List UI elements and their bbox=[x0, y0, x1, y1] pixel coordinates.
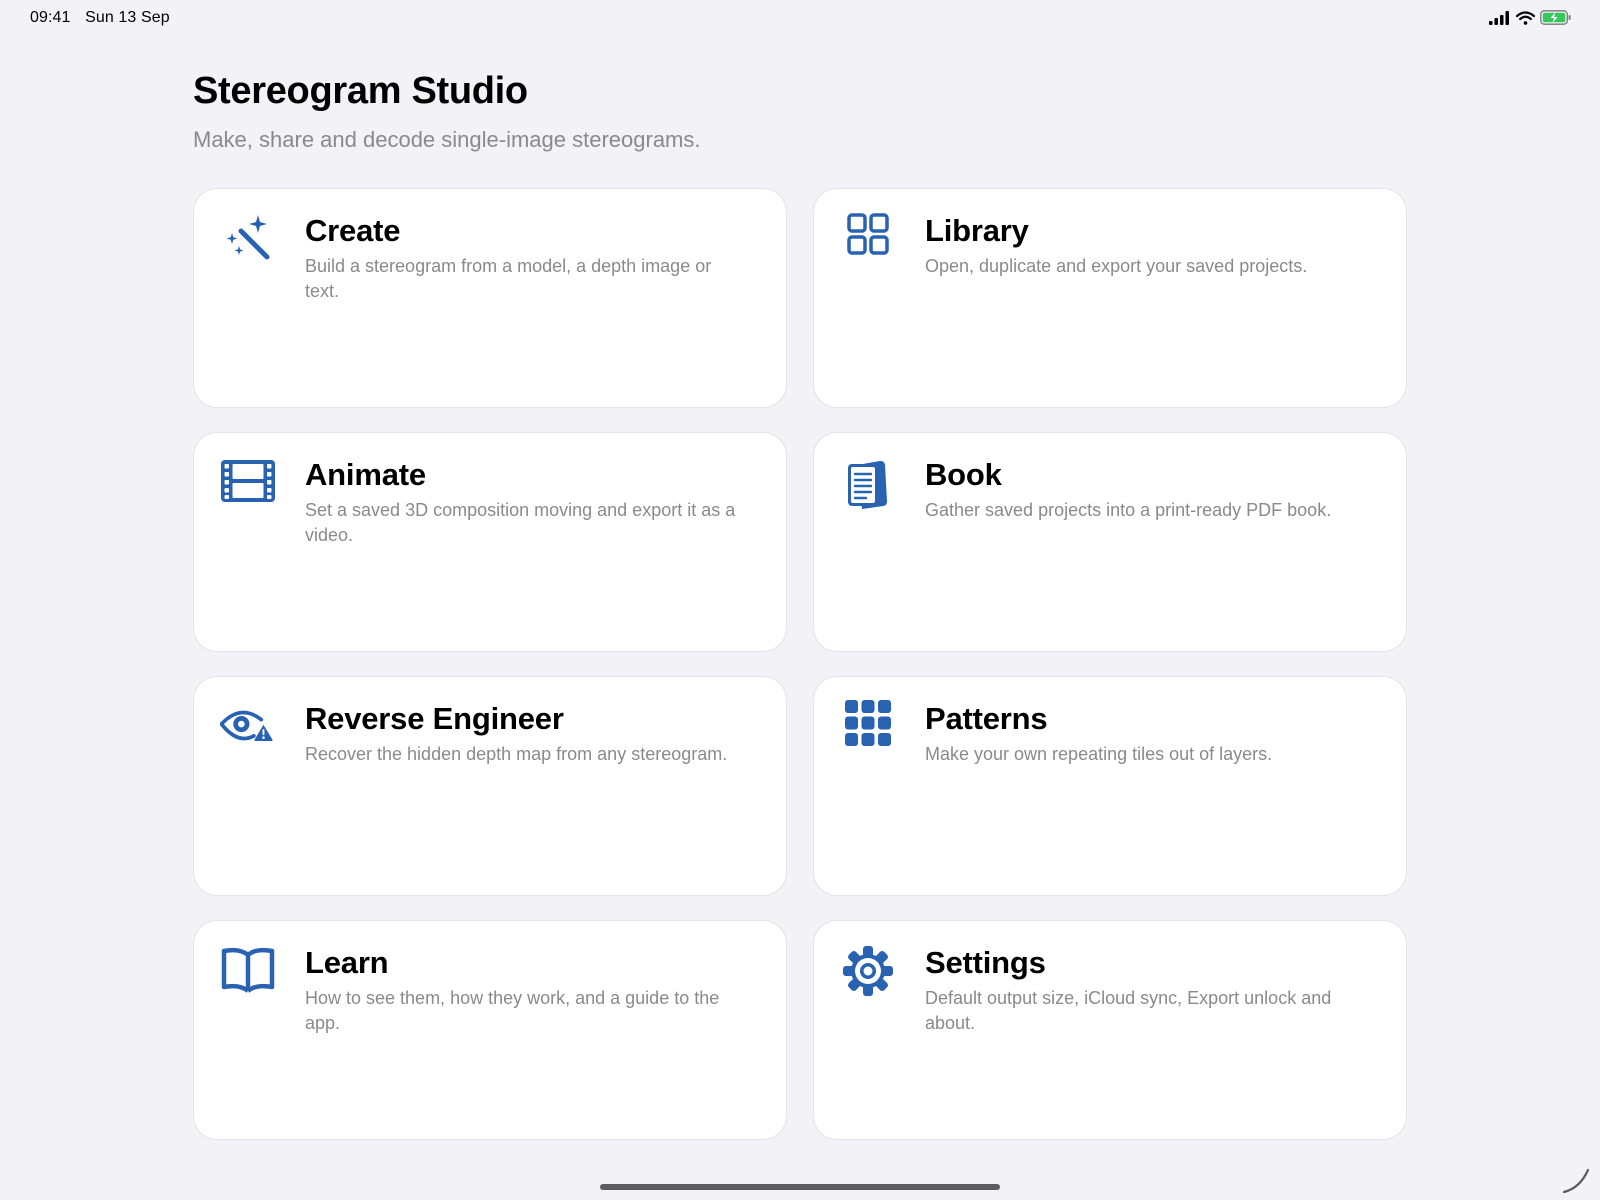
pencil-stroke-icon bbox=[1562, 1168, 1590, 1194]
card-description: Make your own repeating tiles out of lay… bbox=[925, 744, 1273, 764]
card-description: Set a saved 3D composition moving and ex… bbox=[305, 500, 736, 545]
status-time-date: 09:41 Sun 13 Sep bbox=[30, 9, 180, 27]
card-animate[interactable]: Animate Set a saved 3D composition movin… bbox=[193, 432, 787, 652]
card-description: Open, duplicate and export your saved pr… bbox=[925, 256, 1308, 276]
cellular-signal-icon bbox=[1489, 10, 1509, 25]
document-stack-icon bbox=[840, 455, 896, 511]
card-create[interactable]: Create Build a stereogram from a model, … bbox=[193, 188, 787, 408]
page-subtitle: Make, share and decode single-image ster… bbox=[193, 127, 701, 152]
battery-charging-icon bbox=[1540, 10, 1571, 25]
card-reverse-engineer[interactable]: Reverse Engineer Recover the hidden dept… bbox=[193, 676, 787, 896]
card-description: Build a stereogram from a model, a depth… bbox=[305, 256, 712, 301]
card-description: Gather saved projects into a print-ready… bbox=[925, 500, 1332, 520]
film-icon bbox=[220, 455, 276, 511]
card-library[interactable]: Library Open, duplicate and export your … bbox=[813, 188, 1407, 408]
card-title: Book bbox=[925, 457, 1002, 492]
card-description: Recover the hidden depth map from any st… bbox=[305, 744, 728, 764]
card-learn[interactable]: Learn How to see them, how they work, an… bbox=[193, 920, 787, 1140]
card-title: Create bbox=[305, 213, 401, 248]
status-bar: 09:41 Sun 13 Sep bbox=[0, 0, 1600, 40]
status-time: 09:41 bbox=[30, 9, 71, 26]
status-date: Sun 13 Sep bbox=[85, 9, 170, 26]
grid-squares-icon bbox=[840, 211, 896, 267]
card-title: Reverse Engineer bbox=[305, 701, 564, 736]
eye-warning-icon bbox=[220, 699, 276, 755]
card-settings[interactable]: Settings Default output size, iCloud syn… bbox=[813, 920, 1407, 1140]
open-book-icon bbox=[220, 943, 276, 999]
card-book[interactable]: Book Gather saved projects into a print-… bbox=[813, 432, 1407, 652]
magic-wand-icon bbox=[220, 211, 276, 267]
nine-dots-grid-icon bbox=[840, 699, 896, 755]
feature-grid: Create Build a stereogram from a model, … bbox=[193, 188, 1407, 1140]
card-title: Animate bbox=[305, 457, 426, 492]
status-indicators bbox=[1489, 10, 1572, 25]
card-title: Learn bbox=[305, 945, 389, 980]
card-title: Patterns bbox=[925, 701, 1048, 736]
card-description: Default output size, iCloud sync, Export… bbox=[925, 988, 1332, 1033]
card-description: How to see them, how they work, and a gu… bbox=[305, 988, 720, 1033]
page-title: Stereogram Studio bbox=[193, 70, 528, 112]
card-title: Settings bbox=[925, 945, 1046, 980]
gear-icon bbox=[840, 943, 896, 999]
card-patterns[interactable]: Patterns Make your own repeating tiles o… bbox=[813, 676, 1407, 896]
wifi-icon bbox=[1516, 10, 1535, 25]
home-indicator[interactable] bbox=[600, 1184, 1000, 1190]
card-title: Library bbox=[925, 213, 1029, 248]
